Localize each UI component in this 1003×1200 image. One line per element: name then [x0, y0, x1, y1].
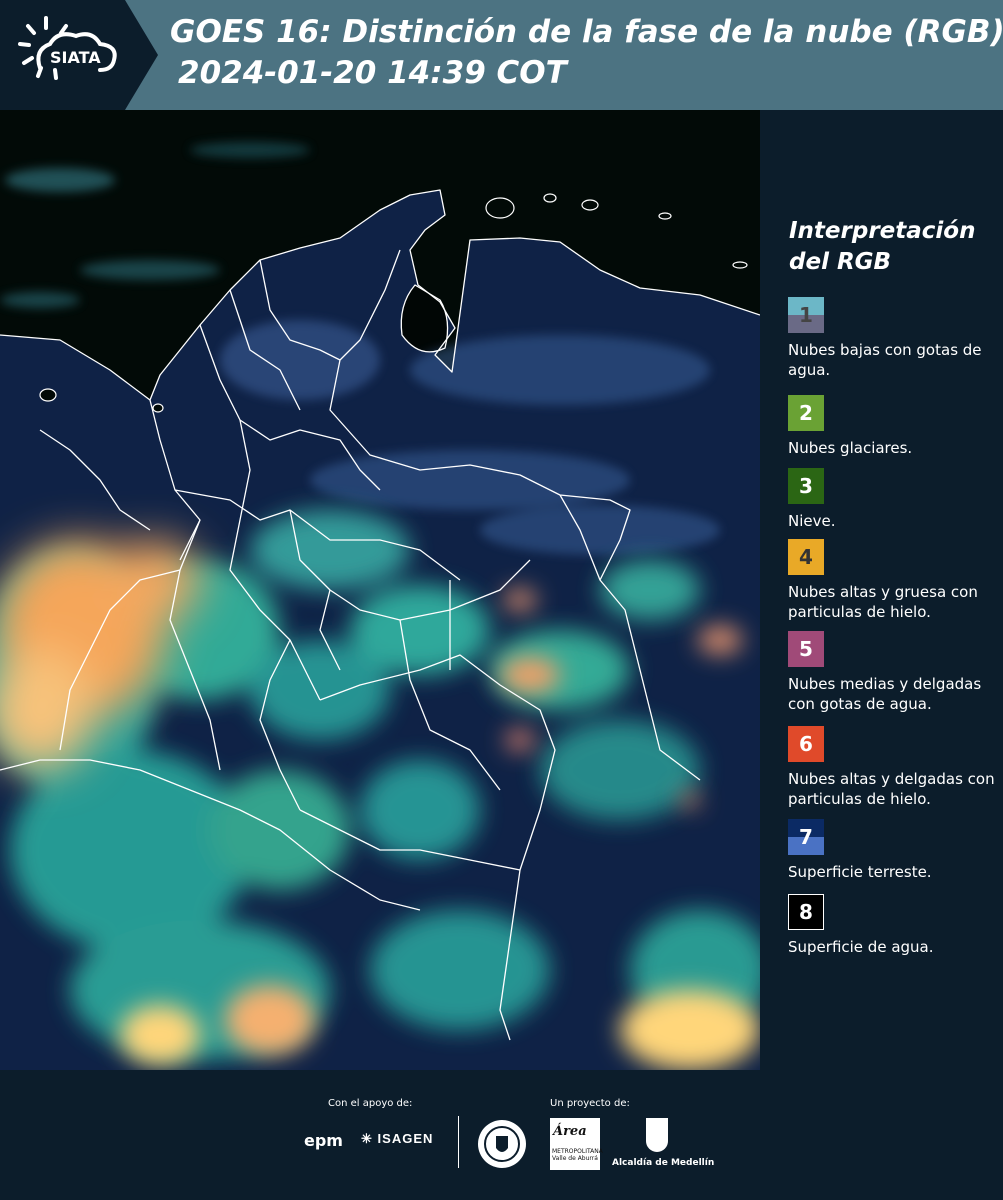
legend-label: Superficie terreste.	[788, 863, 932, 881]
legend-label: Nubes altas y delgadas con particulas de…	[788, 770, 995, 808]
legend-number: 7	[799, 825, 813, 849]
header-bar: SIATA GOES 16: Distinción de la fase de …	[0, 0, 1003, 110]
support-caption: Con el apoyo de:	[328, 1098, 413, 1109]
legend-item-3: 3 Nieve.	[788, 468, 1000, 531]
footer-divider	[458, 1116, 459, 1168]
legend-panel: Interpretación del RGB 1 Nubes bajas con…	[776, 110, 1003, 1070]
legend-label: Nubes bajas con gotas de agua.	[788, 341, 982, 379]
legend-swatch: 7	[788, 819, 824, 855]
legend-number: 5	[799, 637, 813, 661]
legend-title: Interpretación del RGB	[789, 218, 976, 275]
legend-label: Nubes altas y gruesa con particulas de h…	[788, 583, 978, 621]
legend-item-2: 2 Nubes glaciares.	[788, 395, 1000, 458]
legend-item-5: 5 Nubes medias y delgadas con gotas de a…	[788, 631, 1000, 714]
page-title: GOES 16: Distinción de la fase de la nub…	[170, 14, 1003, 50]
legend-number: 2	[799, 401, 813, 425]
legend-label: Superficie de agua.	[788, 938, 934, 956]
legend-swatch: 3	[788, 468, 824, 504]
legend-number: 8	[799, 900, 813, 924]
legend-item-8: 8 Superficie de agua.	[788, 894, 1000, 957]
legend-swatch: 4	[788, 539, 824, 575]
area-metropolitana-logo: Área METROPOLITANA Valle de Aburrá	[550, 1118, 603, 1170]
siata-logo: SIATA	[0, 0, 158, 110]
legend-number: 1	[799, 303, 813, 327]
legend-item-7: 7 Superficie terreste.	[788, 819, 1000, 882]
legend-swatch: 5	[788, 631, 824, 667]
seal-icon	[478, 1120, 526, 1168]
legend-label: Nubes medias y delgadas con gotas de agu…	[788, 675, 982, 713]
satellite-image	[0, 110, 760, 1070]
legend-item-4: 4 Nubes altas y gruesa con particulas de…	[788, 539, 1000, 622]
satellite-map[interactable]	[0, 110, 760, 1070]
legend-swatch: 6	[788, 726, 824, 762]
legend-swatch: 8	[788, 894, 824, 930]
logo-text: SIATA	[50, 48, 101, 67]
legend-label: Nieve.	[788, 512, 836, 530]
legend-swatch: 1	[788, 297, 824, 333]
legend-item-1: 1 Nubes bajas con gotas de agua.	[788, 297, 1000, 380]
timestamp-title: 2024-01-20 14:39 COT	[178, 55, 567, 91]
legend-item-6: 6 Nubes altas y delgadas con particulas …	[788, 726, 1000, 809]
shield-icon	[646, 1118, 668, 1152]
legend-number: 4	[799, 545, 813, 569]
project-caption: Un proyecto de:	[550, 1098, 630, 1109]
epm-logo: epm	[304, 1131, 343, 1150]
footer: Con el apoyo de: Un proyecto de: epm ✳ I…	[304, 1098, 715, 1170]
legend-swatch: 2	[788, 395, 824, 431]
legend-number: 6	[799, 732, 813, 756]
legend-label: Nubes glaciares.	[788, 439, 913, 457]
isagen-star-icon: ✳	[361, 1131, 373, 1146]
isagen-logo: ✳ ISAGEN	[361, 1131, 434, 1146]
legend-number: 3	[799, 474, 813, 498]
